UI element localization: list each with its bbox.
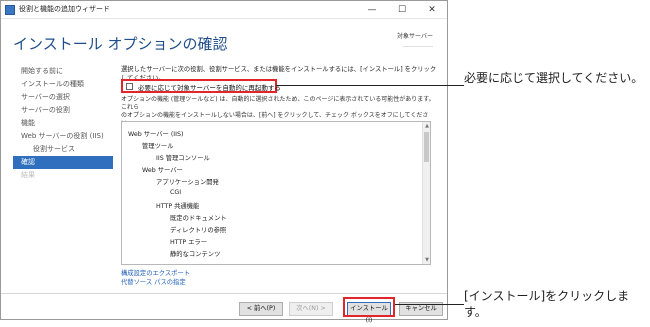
- scroll-down-icon[interactable]: ▼: [423, 256, 431, 264]
- maximize-button[interactable]: ☐: [387, 1, 417, 19]
- note-line-1: オプションの機能 (管理ツールなど) は、自動的に選択されたため、このページに表…: [121, 96, 435, 111]
- feature-item: Web サーバー: [142, 167, 183, 174]
- feature-item: IIS 管理コンソール: [156, 155, 210, 162]
- export-settings-link[interactable]: 構成設定のエクスポート: [121, 269, 190, 278]
- restart-checkbox[interactable]: [126, 83, 133, 90]
- destination-label: 対象サーバー: [397, 33, 433, 40]
- window-title: 役割と機能の追加ウィザード: [19, 5, 110, 13]
- alternate-source-link[interactable]: 代替ソース パスの指定: [121, 278, 190, 287]
- nav-item-before-you-begin[interactable]: 開始する前に: [13, 65, 113, 78]
- feature-item: HTTP 共通機能: [156, 203, 200, 210]
- nav-item-confirmation[interactable]: 確認: [13, 156, 113, 169]
- previous-button[interactable]: < 前へ(P): [239, 302, 283, 316]
- checkbox-callout-text: 必要に応じて選択してください。: [464, 71, 644, 85]
- nav-item-features[interactable]: 機能: [13, 117, 113, 130]
- scroll-thumb[interactable]: [424, 132, 429, 162]
- next-button: 次へ(N) >: [289, 302, 333, 316]
- checkbox-callout-line: [276, 85, 464, 86]
- install-callout-text: [インストール]をクリックします。: [464, 289, 630, 319]
- nav-item-installation-type[interactable]: インストールの種類: [13, 78, 113, 91]
- feature-item: CGI: [170, 189, 182, 196]
- feature-item: 静的なコンテンツ: [170, 251, 221, 258]
- page-title: インストール オプションの確認: [13, 35, 228, 53]
- restart-checkbox-label[interactable]: 必要に応じて対象サーバーを自動的に再起動する: [138, 82, 281, 92]
- destination-value: ……………: [403, 42, 433, 49]
- nav-item-server-selection[interactable]: サーバーの選択: [13, 91, 113, 104]
- feature-item: 既定のドキュメント: [170, 215, 227, 222]
- title-bar: 役割と機能の追加ウィザード — ☐ ✕: [1, 1, 447, 19]
- nav-item-web-server-role[interactable]: Web サーバーの役割 (IIS): [13, 130, 113, 143]
- wizard-window: 役割と機能の追加ウィザード — ☐ ✕ インストール オプションの確認 対象サー…: [0, 0, 448, 324]
- feature-item: アプリケーション開発: [156, 179, 219, 186]
- scroll-up-icon[interactable]: ▲: [423, 122, 431, 130]
- close-button[interactable]: ✕: [417, 1, 447, 19]
- feature-item: ディレクトリの参照: [170, 227, 227, 234]
- feature-item: 管理ツール: [142, 143, 174, 150]
- destination-server: 対象サーバー ……………: [397, 31, 433, 49]
- minimize-button[interactable]: —: [357, 1, 387, 19]
- feature-item: HTTP エラー: [170, 239, 208, 246]
- install-callout-line: [395, 304, 464, 305]
- confirmation-panel: 選択したサーバーに次の役割、役割サービス、または機能をインストールするには、[イ…: [121, 65, 439, 286]
- feature-list[interactable]: Web サーバー (IIS) 管理ツール IIS 管理コンソール Web サーバ…: [121, 121, 431, 265]
- feature-list-scrollbar[interactable]: ▲ ▼: [422, 122, 430, 264]
- server-manager-icon: [5, 5, 15, 15]
- nav-item-server-roles[interactable]: サーバーの役割: [13, 104, 113, 117]
- wizard-nav: 開始する前に インストールの種類 サーバーの選択 サーバーの役割 機能 Web …: [13, 65, 113, 182]
- nav-item-role-services[interactable]: 役割サービス: [13, 143, 113, 156]
- install-highlight: [343, 297, 395, 317]
- restart-option-highlight: 必要に応じて対象サーバーを自動的に再起動する: [121, 79, 281, 93]
- feature-item: Web サーバー (IIS): [128, 131, 184, 138]
- option-links: 構成設定のエクスポート 代替ソース パスの指定: [121, 269, 190, 287]
- nav-item-results: 結果: [21, 171, 35, 179]
